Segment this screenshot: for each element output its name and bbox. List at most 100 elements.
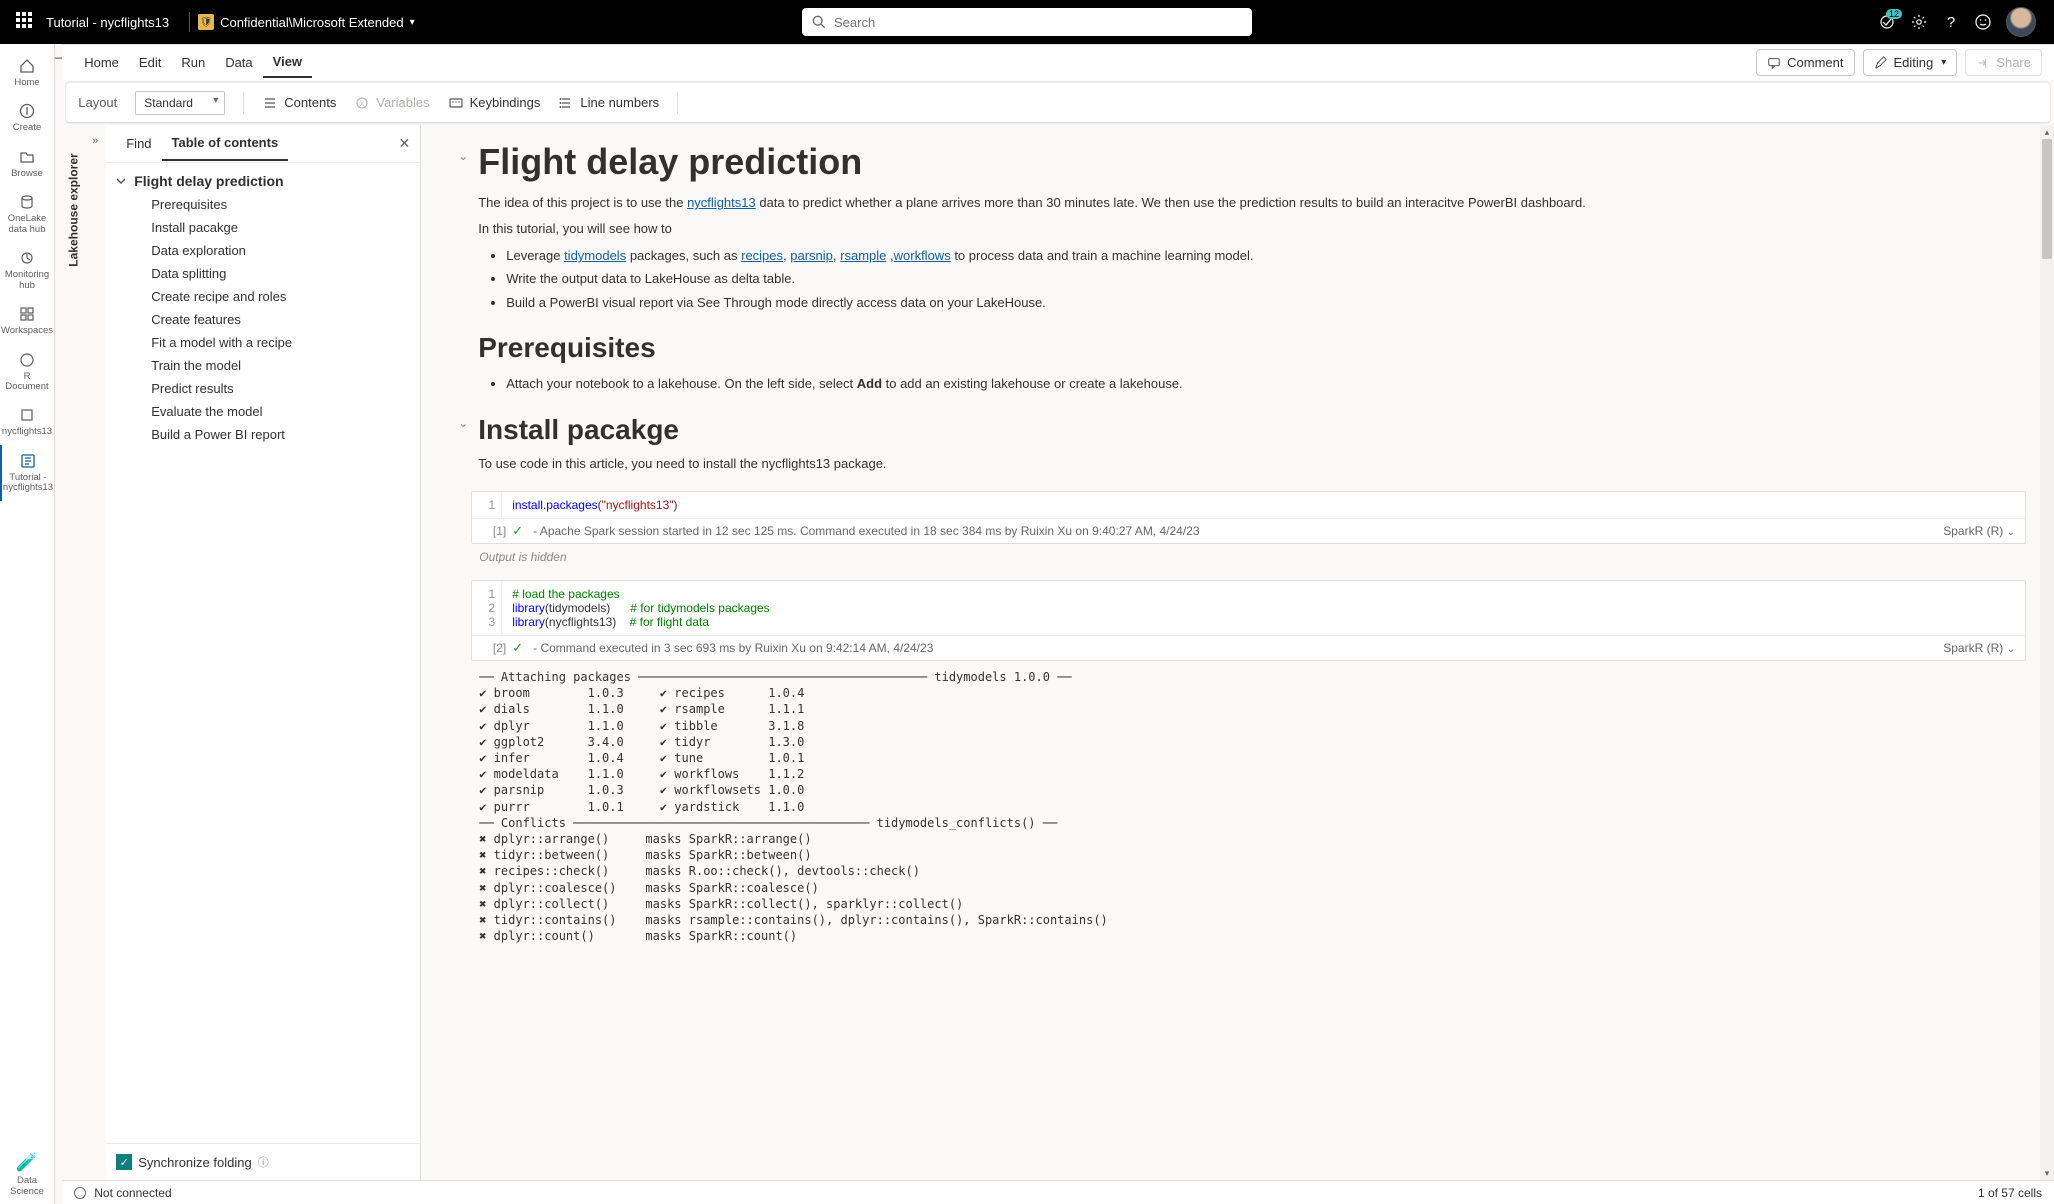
vertical-scrollbar[interactable]: ▴ ▾ [2040,125,2054,1180]
variables-button[interactable]: xVariables [354,95,429,111]
lakehouse-explorer-tab[interactable]: Lakehouse explorer [62,125,84,1180]
editing-button[interactable]: Editing▾ [1863,49,1958,76]
install-paragraph: To use code in this article, you need to… [478,454,2026,474]
output-hidden-label[interactable]: Output is hidden [439,544,2026,568]
app-launcher-icon[interactable] [16,12,36,32]
rail-rdocument[interactable]: R Document [0,344,54,400]
markdown-cell-prereq[interactable]: Prerequisites Attach your notebook to a … [439,326,2026,395]
code-editor[interactable]: # load the packages library(tidymodels) … [502,581,2025,635]
rail-home[interactable]: Home [0,50,54,95]
toc-tab-find[interactable]: Find [116,127,161,160]
toc-item[interactable]: Data splitting [106,262,420,285]
comment-icon [1767,56,1781,70]
connection-icon [74,1187,86,1199]
prereq-heading: Prerequisites [478,332,2026,364]
status-connection[interactable]: Not connected [74,1186,171,1200]
toc-item[interactable]: Install pacakge [106,216,420,239]
keybindings-button[interactable]: Keybindings [448,95,541,111]
link-tidymodels[interactable]: tidymodels [564,248,626,263]
doc-title: Tutorial - nycflights13 [46,15,169,30]
toc-item[interactable]: Build a Power BI report [106,423,420,446]
list-item: Build a PowerBI visual report via See Th… [506,291,2026,314]
rail-data-science[interactable]: 🧪Data Science [0,1144,54,1204]
tab-run[interactable]: Run [171,48,215,77]
rail-workspaces[interactable]: Workspaces [0,298,54,343]
rail-browse[interactable]: Browse [0,141,54,186]
sensitivity-label[interactable]: Confidential\Microsoft Extended [220,15,404,30]
close-icon[interactable]: ✕ [399,135,411,152]
share-button[interactable]: Share [1965,49,2042,76]
toc-list: Flight delay prediction Prerequisites In… [106,163,420,1143]
sync-folding-checkbox[interactable]: ✓ [116,1154,132,1170]
cell-language-selector[interactable]: SparkR (R) ⌄ [1943,641,2015,655]
tab-data[interactable]: Data [215,48,262,77]
expand-panel-icon[interactable]: » [84,125,106,1180]
rail-nycflights[interactable]: nycflights13 [0,399,54,444]
scroll-down-icon[interactable]: ▾ [2042,1168,2052,1178]
divider [189,12,190,32]
numbers-icon [558,95,574,111]
toc-item[interactable]: Fit a model with a recipe [106,331,420,354]
settings-icon[interactable] [1910,13,1928,31]
layout-label: Layout [78,95,117,110]
code-editor[interactable]: install.packages("nycflights13") [502,492,2025,518]
rail-onelake[interactable]: OneLake data hub [0,186,54,242]
search-input[interactable] [834,15,1242,30]
help-icon[interactable]: ? [1942,13,1960,31]
tab-view[interactable]: View [263,47,312,78]
avatar[interactable] [2006,7,2036,37]
rail-tutorial[interactable]: Tutorial - nycflights13 [0,445,54,501]
collapse-toggle-icon[interactable]: ⌄ [458,149,478,163]
share-icon [1976,56,1990,70]
list-item: Leverage tidymodels packages, such as re… [506,244,2026,267]
list-item: Write the output data to LakeHouse as de… [506,267,2026,290]
comment-button[interactable]: Comment [1756,49,1854,76]
toc-item[interactable]: Predict results [106,377,420,400]
info-icon[interactable]: ⓘ [258,1154,269,1170]
flask-icon: 🧪 [16,1151,38,1173]
toc-item[interactable]: Prerequisites [106,193,420,216]
notebook-area[interactable]: ⌄ Flight delay prediction The idea of th… [421,125,2040,1180]
notif-badge: 12 [1886,9,1902,19]
pencil-icon [1874,56,1888,70]
rail-create[interactable]: Create [0,95,54,140]
chevron-down-icon[interactable]: ▾ [410,17,415,28]
tab-home[interactable]: Home [74,48,129,77]
cell-language-selector[interactable]: SparkR (R) ⌄ [1943,524,2015,538]
toc-h1[interactable]: Flight delay prediction [106,169,420,193]
link-rsample[interactable]: rsample [840,248,886,263]
line-numbers-button[interactable]: Line numbers [558,95,659,111]
list-item: Attach your notebook to a lakehouse. On … [506,372,2026,395]
scroll-up-icon[interactable]: ▴ [2042,127,2052,137]
check-icon: ✓ [512,640,523,656]
scrollbar-thumb[interactable] [2042,139,2052,259]
link-parsnip[interactable]: parsnip [790,248,833,263]
link-nycflights13[interactable]: nycflights13 [687,195,756,210]
global-search[interactable] [802,8,1252,36]
toc-item[interactable]: Create features [106,308,420,331]
toc-item[interactable]: Train the model [106,354,420,377]
rail-monitoring[interactable]: Monitoring hub [0,242,54,298]
link-workflows[interactable]: workflows [894,248,951,263]
code-cell-2[interactable]: 123 # load the packages library(tidymode… [471,580,2026,661]
toc-item[interactable]: Evaluate the model [106,400,420,423]
cell-index: [1] [482,524,506,538]
contents-button[interactable]: Contents [262,95,336,111]
feedback-icon[interactable] [1974,13,1992,31]
link-recipes[interactable]: recipes [741,248,783,263]
tutorial-line: In this tutorial, you will see how to [478,219,2026,239]
code-cell-1[interactable]: 1 install.packages("nycflights13") [1] ✓… [471,491,2026,544]
layout-dropdown[interactable]: Standard [135,91,225,115]
toc-item[interactable]: Data exploration [106,239,420,262]
intro-paragraph: The idea of this project is to use the n… [478,193,2026,213]
tab-edit[interactable]: Edit [129,48,171,77]
collapse-toggle-icon[interactable]: ⌄ [458,416,478,430]
markdown-cell-title[interactable]: ⌄ Flight delay prediction The idea of th… [439,141,2026,314]
toc-tab-contents[interactable]: Table of contents [162,126,289,161]
cell-status-text: - Command executed in 3 sec 693 ms by Ru… [533,641,933,655]
bullet-list: Leverage tidymodels packages, such as re… [506,244,2026,314]
page-title: Flight delay prediction [478,141,2026,183]
toc-item[interactable]: Create recipe and roles [106,285,420,308]
notifications-icon[interactable]: 12 [1878,13,1896,31]
markdown-cell-install[interactable]: ⌄ Install pacakge To use code in this ar… [439,408,2026,480]
